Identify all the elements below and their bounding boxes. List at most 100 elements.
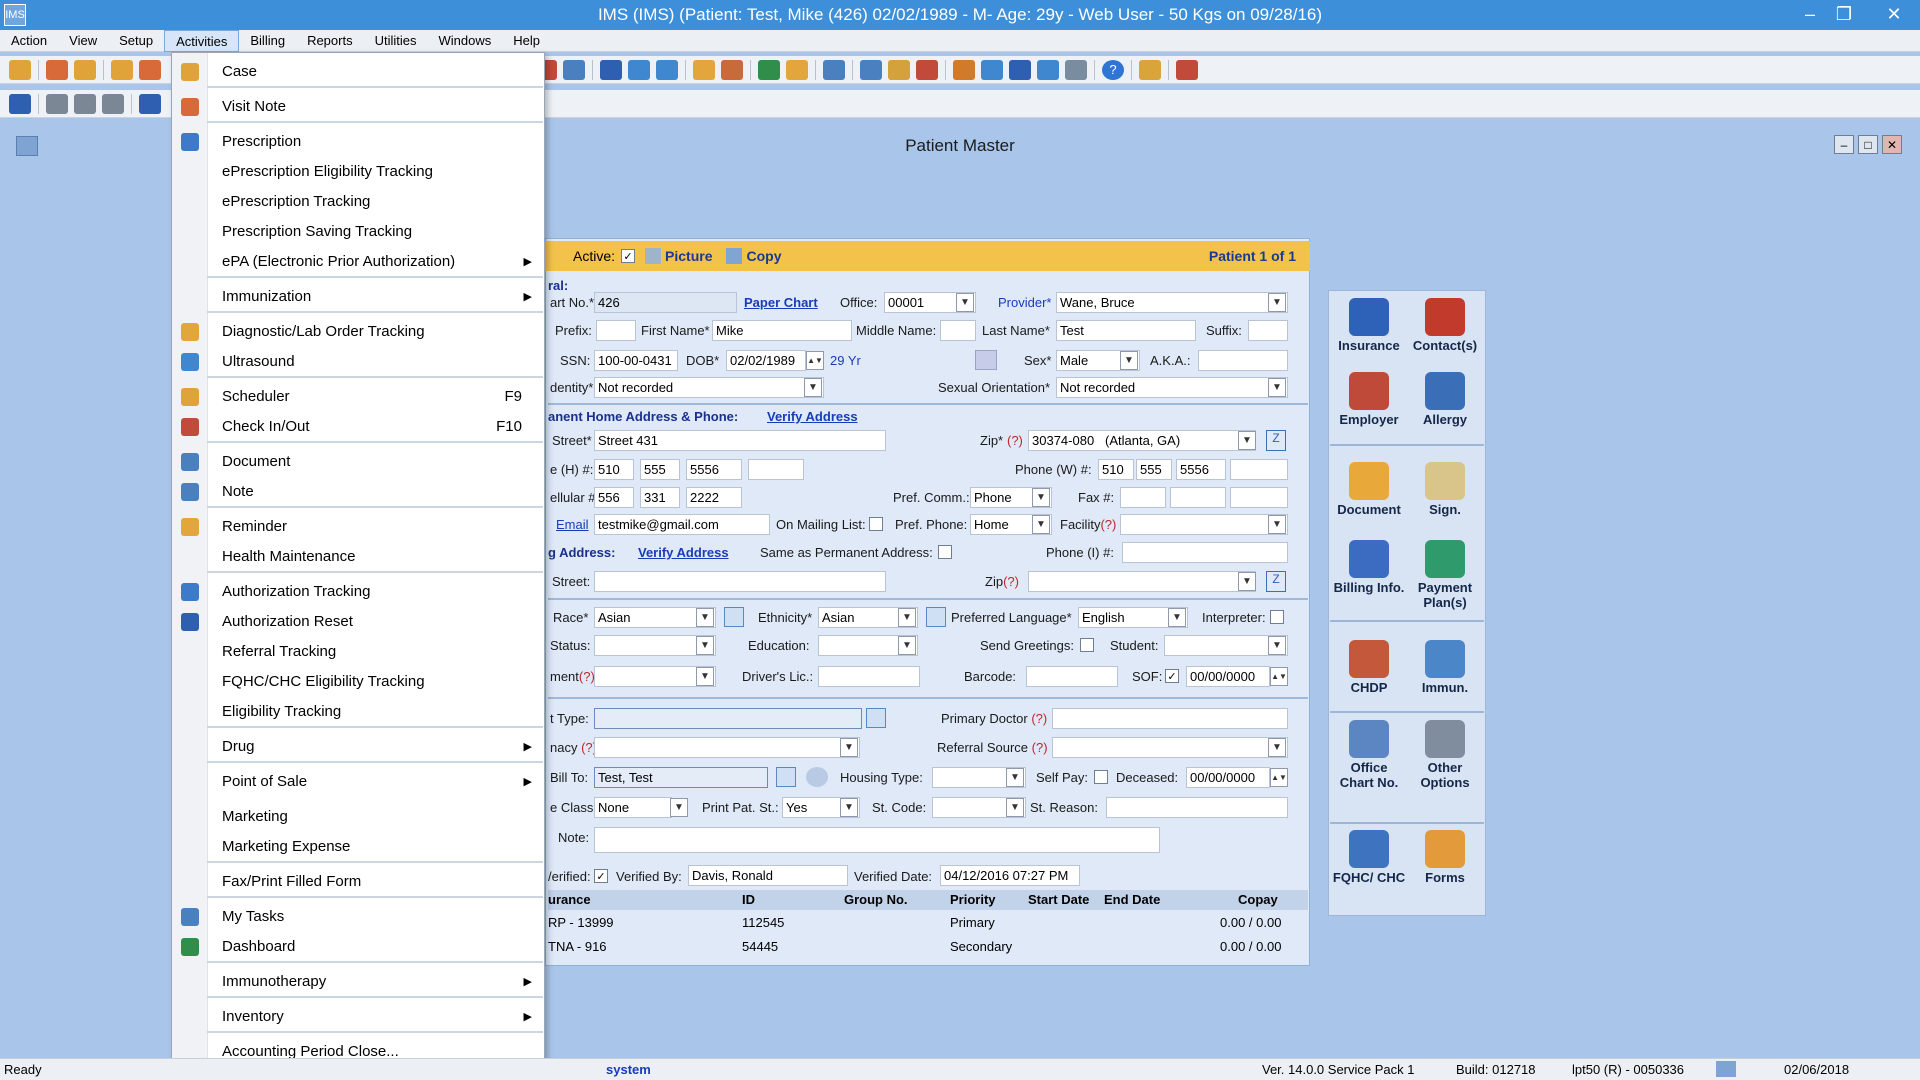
grid-col-id[interactable]: ID: [742, 892, 755, 907]
immunization-button[interactable]: Immun.: [1408, 640, 1482, 695]
same-as-permanent-checkbox[interactable]: [938, 545, 952, 559]
menu-item-immunotherapy[interactable]: Immunotherapy ▶: [172, 968, 544, 996]
pref-phone-dropdown-icon[interactable]: ▼: [1032, 515, 1050, 534]
globe-send-icon[interactable]: [656, 59, 678, 80]
cell-phone-area[interactable]: 556: [594, 487, 634, 508]
mailing-zip-lookup-icon[interactable]: Z: [1266, 571, 1286, 592]
word-icon[interactable]: [1009, 59, 1031, 80]
zip-dropdown-icon[interactable]: ▼: [1238, 431, 1256, 450]
menu-item-dashboard[interactable]: Dashboard: [172, 933, 544, 961]
child-restore-button[interactable]: □: [1858, 135, 1878, 154]
users-icon[interactable]: [46, 59, 68, 80]
cell-phone-line[interactable]: 2222: [686, 487, 742, 508]
menu-item-scheduler[interactable]: Scheduler F9: [172, 383, 544, 411]
minimize-button[interactable]: –: [1792, 0, 1828, 28]
verify-address-link[interactable]: Verify Address: [767, 409, 858, 424]
patient-type-field[interactable]: [594, 708, 862, 729]
email-label[interactable]: Email: [556, 517, 589, 532]
bill-to-picker-icon[interactable]: [776, 767, 796, 787]
deceased-date-field[interactable]: 00/00/0000: [1186, 767, 1270, 788]
report-icon[interactable]: [786, 59, 808, 80]
menu-item-note[interactable]: Note: [172, 478, 544, 506]
housing-type-dropdown-icon[interactable]: ▼: [1006, 768, 1024, 787]
child-minimize-button[interactable]: –: [1834, 135, 1854, 154]
paper-chart-link[interactable]: Paper Chart: [744, 295, 818, 310]
verified-checkbox[interactable]: ✓: [594, 869, 608, 883]
menu-action[interactable]: Action: [0, 30, 58, 52]
mailing-zip-dropdown-icon[interactable]: ▼: [1238, 572, 1256, 591]
home-phone-area[interactable]: 510: [594, 459, 634, 480]
folder-icon[interactable]: [693, 59, 715, 80]
fqhc-chc-button[interactable]: FQHC/ CHC: [1332, 830, 1406, 885]
note-field[interactable]: [594, 827, 1160, 853]
home-phone-line[interactable]: 5556: [686, 459, 742, 480]
menu-item-prescription[interactable]: Prescription: [172, 128, 544, 156]
menu-item-epa-electronic-prior-authorization[interactable]: ePA (Electronic Prior Authorization) ▶: [172, 248, 544, 276]
guarantor-icon[interactable]: [806, 767, 828, 787]
edit-icon[interactable]: [74, 93, 96, 114]
facility-select[interactable]: [1120, 514, 1288, 535]
st-code-dropdown-icon[interactable]: ▼: [1006, 798, 1024, 817]
menu-item-reminder[interactable]: Reminder: [172, 513, 544, 541]
referral-source-dropdown-icon[interactable]: ▼: [1268, 738, 1286, 757]
verified-date-field[interactable]: 04/12/2016 07:27 PM: [940, 865, 1080, 886]
sof-date-spinner[interactable]: ▲▼: [1270, 667, 1288, 686]
menu-item-fax-print-filled-form[interactable]: Fax/Print Filled Form: [172, 868, 544, 896]
contacts-button[interactable]: Contact(s): [1408, 298, 1482, 353]
menu-item-check-in-out[interactable]: Check In/Out F10: [172, 413, 544, 441]
menu-item-eligibility-tracking[interactable]: Eligibility Tracking: [172, 698, 544, 726]
notes-icon[interactable]: [721, 59, 743, 80]
education-dropdown-icon[interactable]: ▼: [898, 636, 916, 655]
home-phone-prefix[interactable]: 555: [640, 459, 680, 480]
sex-dropdown-icon[interactable]: ▼: [1120, 351, 1138, 370]
grid-col-copay[interactable]: Copay: [1238, 892, 1278, 907]
first-name-field[interactable]: Mike: [712, 320, 852, 341]
referral-source-select[interactable]: [1052, 737, 1288, 758]
menu-item-point-of-sale[interactable]: Point of Sale ▶: [172, 768, 544, 796]
race-dropdown-icon[interactable]: ▼: [696, 608, 714, 627]
cell-phone-prefix[interactable]: 331: [640, 487, 680, 508]
mailing-list-checkbox[interactable]: [869, 517, 883, 531]
sof-checkbox[interactable]: ✓: [1165, 669, 1179, 683]
copy-button[interactable]: Copy: [746, 248, 781, 264]
menu-item-inventory[interactable]: Inventory ▶: [172, 1003, 544, 1031]
interpreter-checkbox[interactable]: [1270, 610, 1284, 624]
prefix-field[interactable]: [596, 320, 636, 341]
work-phone-area[interactable]: 510: [1098, 459, 1134, 480]
provider-select[interactable]: Wane, Bruce: [1056, 292, 1288, 313]
menu-item-authorization-tracking[interactable]: Authorization Tracking: [172, 578, 544, 606]
insurance-button[interactable]: Insurance: [1332, 298, 1406, 353]
grid-col-end-date[interactable]: End Date: [1104, 892, 1160, 907]
barcode-field[interactable]: [1026, 666, 1118, 687]
allergy-button[interactable]: Allergy: [1408, 372, 1482, 427]
preferred-language-dropdown-icon[interactable]: ▼: [1168, 608, 1186, 627]
middle-name-field[interactable]: [940, 320, 976, 341]
menu-item-visit-note[interactable]: Visit Note: [172, 93, 544, 121]
forms-button[interactable]: Forms: [1408, 830, 1482, 885]
ssn-field[interactable]: 100-00-0431: [594, 350, 678, 371]
menu-item-diagnostic-lab-order-tracking[interactable]: Diagnostic/Lab Order Tracking: [172, 318, 544, 346]
menu-activities[interactable]: Activities: [164, 30, 240, 52]
sexual-orientation-select[interactable]: Not recorded: [1056, 377, 1288, 398]
zip-lookup-icon[interactable]: Z: [1266, 430, 1286, 451]
refresh-icon[interactable]: [981, 59, 1003, 80]
drivers-license-field[interactable]: [818, 666, 920, 687]
picture-button[interactable]: Picture: [665, 248, 712, 264]
menu-item-fqhc-chc-eligibility-tracking[interactable]: FQHC/CHC Eligibility Tracking: [172, 668, 544, 696]
case-icon[interactable]: [111, 59, 133, 80]
table-row[interactable]: RP - 13999 112545 Primary 0.00 / 0.00: [548, 912, 1308, 934]
pharmacy-select[interactable]: [594, 737, 860, 758]
menu-item-my-tasks[interactable]: My Tasks: [172, 903, 544, 931]
menu-item-marketing[interactable]: Marketing: [172, 803, 544, 831]
work-phone-ext[interactable]: [1230, 459, 1288, 480]
delete-icon[interactable]: [102, 93, 124, 114]
employment-dropdown-icon[interactable]: ▼: [696, 667, 714, 686]
pref-comm-dropdown-icon[interactable]: ▼: [1032, 488, 1050, 507]
menu-item-referral-tracking[interactable]: Referral Tracking: [172, 638, 544, 666]
fax-area[interactable]: [1120, 487, 1166, 508]
exit-icon[interactable]: [1176, 59, 1198, 80]
menu-item-case[interactable]: Case: [172, 58, 544, 86]
email-field[interactable]: testmike@gmail.com: [594, 514, 770, 535]
bill-to-field[interactable]: Test, Test: [594, 767, 768, 788]
restore-button[interactable]: ❐: [1826, 0, 1862, 28]
